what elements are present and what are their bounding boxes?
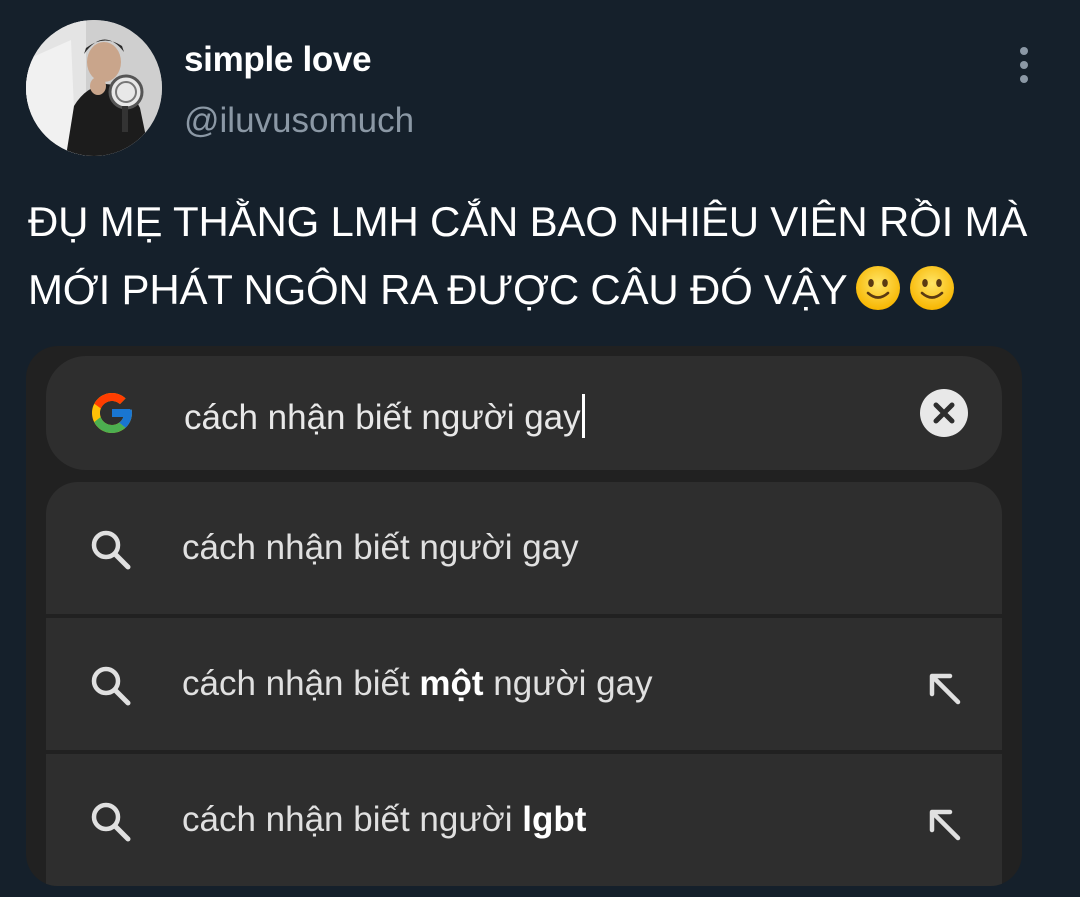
suggestion-label: cách nhận biết người lgbt (182, 800, 586, 840)
slightly-smiling-face-emoji (855, 266, 900, 310)
suggestion-text: cách nhận biết người (182, 800, 523, 839)
suggestion-label: cách nhận biết một người gay (182, 664, 653, 704)
more-dot (1020, 75, 1028, 83)
search-icon (91, 530, 131, 570)
tweet-text: ĐỤ MẸ THẰNG LMH CẮN BAO NHIÊU VIÊN RỒI M… (28, 188, 1068, 324)
suggestion-text: cách nhận biết người gay (182, 528, 579, 567)
search-bar[interactable]: cách nhận biết người gay (46, 356, 1002, 470)
more-dot (1020, 61, 1028, 69)
search-input[interactable]: cách nhận biết người gay (184, 394, 585, 438)
profile-photo (26, 20, 162, 156)
search-query: cách nhận biết người gay (184, 398, 581, 437)
suggestion-list: cách nhận biết người gay cách nhận biết … (46, 482, 1002, 886)
display-name[interactable]: simple love (184, 40, 372, 80)
google-g-icon (92, 393, 132, 433)
search-icon (91, 666, 131, 706)
suggestion-bold-text: một (419, 664, 484, 703)
text-cursor (581, 394, 585, 438)
close-circle-icon (933, 402, 955, 424)
attached-screenshot[interactable]: cách nhận biết người gay cách nhận biết … (26, 346, 1022, 886)
clear-search-button[interactable] (920, 389, 968, 437)
suggestion-item[interactable]: cách nhận biết người lgbt (46, 754, 1002, 886)
suggestion-item[interactable]: cách nhận biết một người gay (46, 618, 1002, 750)
suggestion-item[interactable]: cách nhận biết người gay (46, 482, 1002, 614)
tweet: simple love @iluvusomuch ĐỤ MẸ THẰNG LMH… (0, 0, 1080, 897)
tweet-text-line-2: MỚI PHÁT NGÔN RA ĐƯỢC CÂU ĐÓ VẬY (28, 266, 848, 313)
slightly-smiling-face-emoji (909, 266, 954, 310)
suggestion-text: cách nhận biết (182, 664, 420, 703)
tweet-text-line-2-wrap: MỚI PHÁT NGÔN RA ĐƯỢC CÂU ĐÓ VẬY (28, 256, 1068, 324)
suggestion-label: cách nhận biết người gay (182, 528, 579, 568)
user-handle[interactable]: @iluvusomuch (184, 101, 414, 141)
search-icon (91, 802, 131, 842)
more-options-button[interactable] (1006, 42, 1042, 88)
fill-query-arrow-icon[interactable] (924, 668, 964, 708)
suggestion-bold-text: lgbt (522, 800, 587, 839)
more-vertical-icon (1020, 47, 1028, 55)
suggestion-text-suffix: người gay (483, 664, 653, 703)
avatar[interactable] (26, 20, 162, 156)
fill-query-arrow-icon[interactable] (924, 804, 964, 844)
tweet-text-line-1: ĐỤ MẸ THẰNG LMH CẮN BAO NHIÊU VIÊN RỒI M… (28, 198, 1028, 245)
